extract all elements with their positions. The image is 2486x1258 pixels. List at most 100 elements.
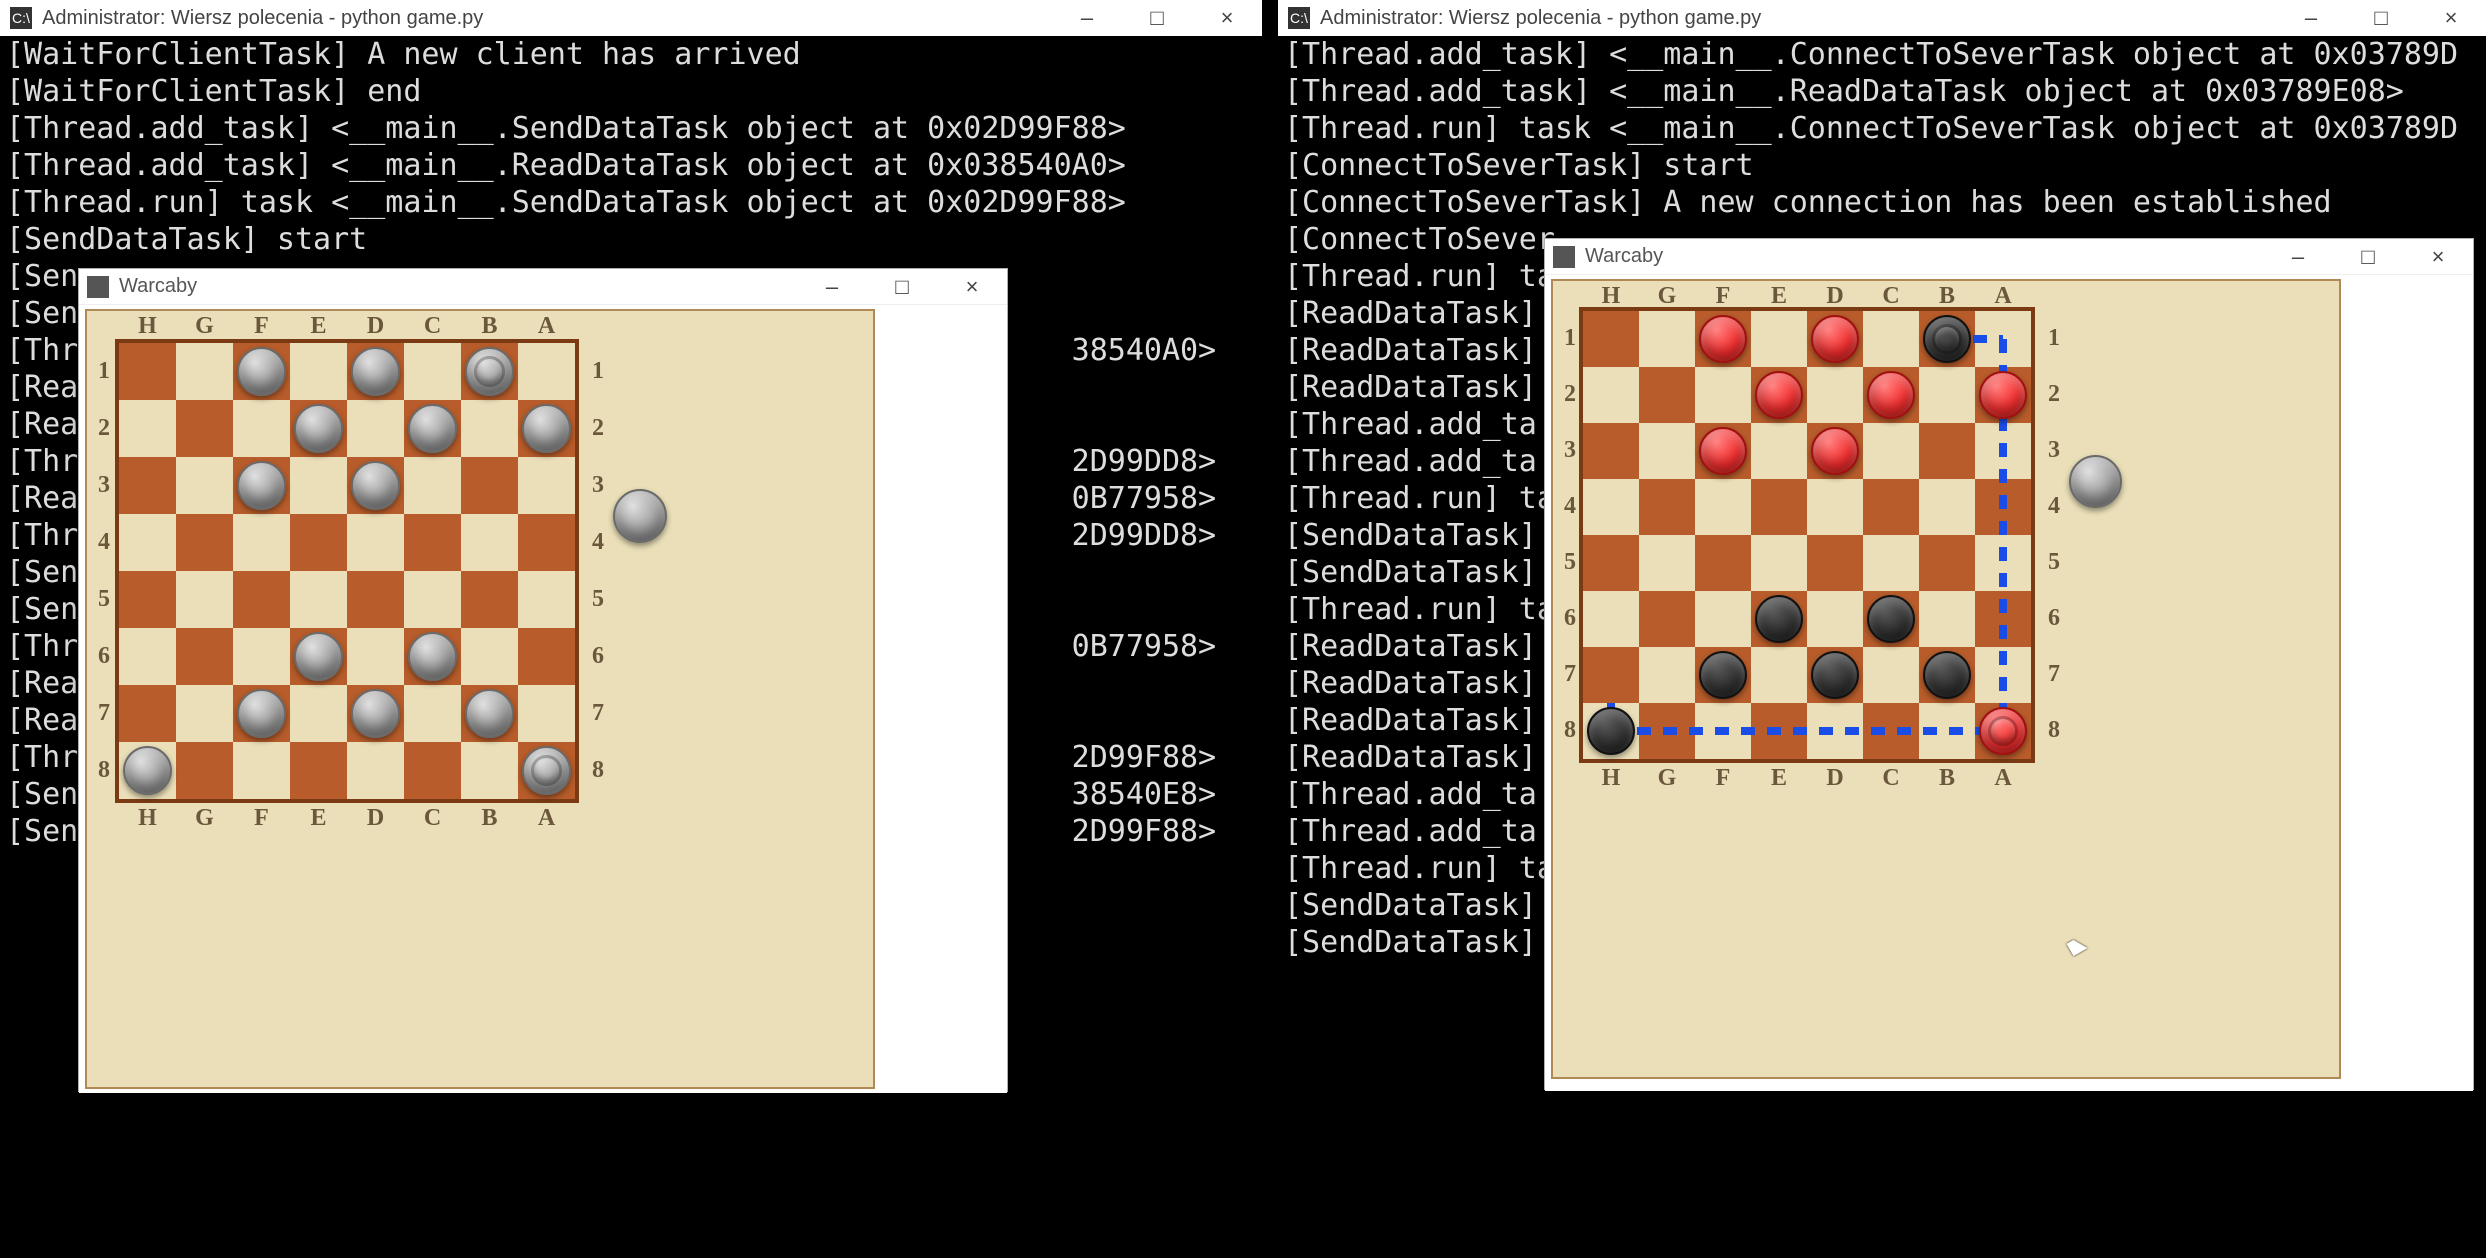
board-square[interactable] [233,571,290,628]
board-square[interactable] [290,457,347,514]
red-piece[interactable] [1979,371,2027,419]
board-square[interactable] [1583,423,1639,479]
minimize-button[interactable]: – [2263,239,2333,275]
board-square[interactable] [461,400,518,457]
black-piece[interactable] [1867,595,1915,643]
gray-piece[interactable] [522,404,571,453]
red-piece[interactable] [1699,427,1747,475]
board-square[interactable] [1807,591,1863,647]
board-square[interactable] [290,685,347,742]
right-terminal-titlebar[interactable]: C:\ Administrator: Wiersz polecenia - py… [1278,0,2486,36]
right-game-titlebar[interactable]: Warcaby – □ × [1545,239,2473,275]
board-square[interactable] [290,742,347,799]
board-square[interactable] [1639,423,1695,479]
board-square[interactable] [347,742,404,799]
black-piece[interactable] [1587,707,1635,755]
board-square[interactable] [1583,311,1639,367]
maximize-button[interactable]: □ [2346,0,2416,36]
board-square[interactable] [347,400,404,457]
board-square[interactable] [233,514,290,571]
minimize-button[interactable]: – [1052,0,1122,36]
board-square[interactable] [1583,535,1639,591]
gray-piece[interactable] [465,689,514,738]
close-button[interactable]: × [937,269,1007,305]
red-piece[interactable] [1811,315,1859,363]
board-square[interactable] [347,628,404,685]
board-square[interactable] [1751,647,1807,703]
board-square[interactable] [176,628,233,685]
board-square[interactable] [1583,367,1639,423]
gray-piece[interactable] [294,404,343,453]
board-square[interactable] [1863,423,1919,479]
board-square[interactable] [404,457,461,514]
board-square[interactable] [518,571,575,628]
black-piece[interactable] [1755,595,1803,643]
board-square[interactable] [404,514,461,571]
minimize-button[interactable]: – [2276,0,2346,36]
red-piece[interactable] [1755,371,1803,419]
board-square[interactable] [1863,311,1919,367]
board-square[interactable] [176,400,233,457]
board-square[interactable] [1639,535,1695,591]
board-square[interactable] [404,571,461,628]
gray-piece[interactable] [237,347,286,396]
board-square[interactable] [119,571,176,628]
maximize-button[interactable]: □ [1122,0,1192,36]
board-square[interactable] [290,514,347,571]
left-game-window[interactable]: Warcaby – □ × HHGGFFEEDDCCBBAA1122334455… [78,268,1008,1092]
gray-piece-king[interactable] [522,746,571,795]
board-square[interactable] [1583,479,1639,535]
gray-piece[interactable] [123,746,172,795]
board-square[interactable] [176,742,233,799]
board-square[interactable] [1639,591,1695,647]
gray-piece[interactable] [237,689,286,738]
close-button[interactable]: × [2403,239,2473,275]
board-square[interactable] [347,514,404,571]
gray-piece[interactable] [351,461,400,510]
red-piece[interactable] [1699,315,1747,363]
gray-piece[interactable] [351,347,400,396]
board-square[interactable] [461,628,518,685]
gray-piece[interactable] [351,689,400,738]
board-square[interactable] [347,571,404,628]
red-piece-king[interactable] [1979,707,2027,755]
board-square[interactable] [1919,591,1975,647]
maximize-button[interactable]: □ [867,269,937,305]
board-square[interactable] [176,457,233,514]
board-square[interactable] [1695,591,1751,647]
minimize-button[interactable]: – [797,269,867,305]
board-square[interactable] [461,514,518,571]
right-checkers-board[interactable]: HHGGFFEEDDCCBBAA1122334455667788 [1551,279,2341,1079]
board-square[interactable] [518,514,575,571]
board-square[interactable] [1751,479,1807,535]
board-square[interactable] [1807,367,1863,423]
gray-piece-king[interactable] [465,347,514,396]
gray-piece[interactable] [408,632,457,681]
board-square[interactable] [176,685,233,742]
gray-piece[interactable] [237,461,286,510]
board-square[interactable] [1639,479,1695,535]
board-square[interactable] [176,343,233,400]
board-square[interactable] [461,742,518,799]
board-square[interactable] [119,343,176,400]
board-square[interactable] [119,685,176,742]
board-square[interactable] [518,685,575,742]
left-terminal-titlebar[interactable]: C:\ Administrator: Wiersz polecenia - py… [0,0,1262,36]
board-square[interactable] [1751,535,1807,591]
gray-piece[interactable] [408,404,457,453]
board-square[interactable] [119,400,176,457]
board-square[interactable] [1583,647,1639,703]
board-square[interactable] [119,457,176,514]
board-square[interactable] [119,514,176,571]
black-piece-king[interactable] [1923,315,1971,363]
board-square[interactable] [233,400,290,457]
left-game-titlebar[interactable]: Warcaby – □ × [79,269,1007,305]
board-square[interactable] [1807,535,1863,591]
board-square[interactable] [176,514,233,571]
board-square[interactable] [233,742,290,799]
board-square[interactable] [290,571,347,628]
close-button[interactable]: × [2416,0,2486,36]
board-square[interactable] [518,343,575,400]
left-checkers-board[interactable]: HHGGFFEEDDCCBBAA1122334455667788 [85,309,875,1089]
board-square[interactable] [119,628,176,685]
